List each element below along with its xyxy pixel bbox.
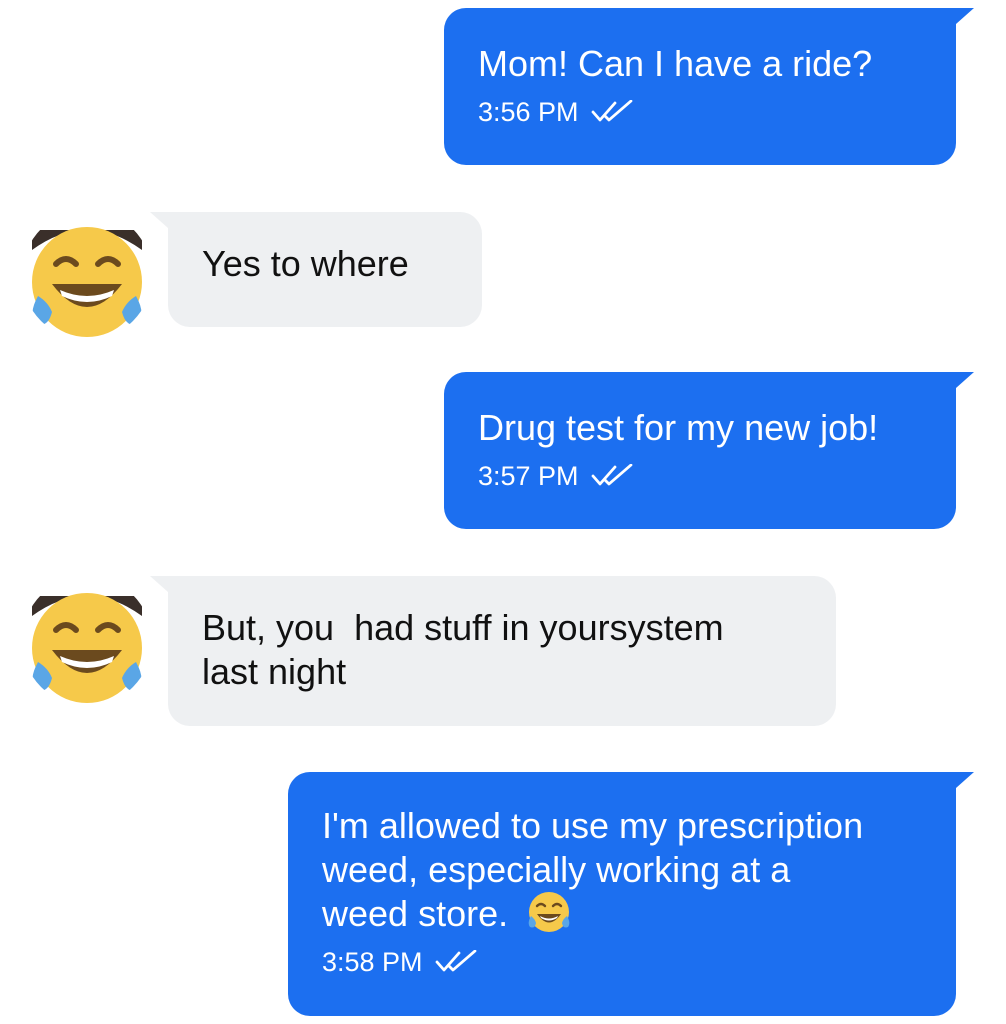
message-text-line: But, you had stuff in yoursystem bbox=[202, 607, 724, 648]
face-with-tears-of-joy-icon bbox=[22, 210, 152, 340]
bubble-tail bbox=[956, 372, 974, 388]
message-timestamp: 3:57 PM bbox=[478, 461, 579, 491]
message-text: Mom! Can I have a ride? bbox=[478, 43, 873, 84]
message-timestamp: 3:56 PM bbox=[478, 97, 579, 127]
message-text-line-with-emoji: weed store. bbox=[322, 892, 922, 936]
bubble-tail bbox=[150, 576, 168, 592]
face-with-tears-of-joy-icon bbox=[528, 892, 570, 933]
message-text-line: weed store. bbox=[322, 893, 509, 934]
bubble-tail bbox=[150, 212, 168, 228]
face-with-tears-of-joy-icon bbox=[22, 576, 152, 706]
message-text: Yes to where bbox=[202, 243, 409, 284]
message-text-line: I'm allowed to use my prescription bbox=[322, 805, 864, 846]
double-check-icon bbox=[591, 100, 632, 122]
outgoing-message[interactable]: Drug test for my new job! 3:57 PM bbox=[444, 372, 974, 529]
message-timestamp: 3:58 PM bbox=[322, 947, 423, 977]
message-text: Drug test for my new job! bbox=[478, 407, 879, 448]
incoming-message[interactable]: But, you had stuff in yoursystem last ni… bbox=[150, 576, 836, 726]
incoming-message[interactable]: Yes to where bbox=[150, 212, 482, 327]
outgoing-message[interactable]: I'm allowed to use my prescription weed,… bbox=[288, 772, 974, 1016]
double-check-icon bbox=[435, 950, 476, 972]
bubble-tail bbox=[956, 8, 974, 24]
outgoing-message[interactable]: Mom! Can I have a ride? 3:56 PM bbox=[444, 8, 974, 165]
double-check-icon bbox=[591, 464, 632, 486]
chat-thread: Mom! Can I have a ride? 3:56 PM Yes to w… bbox=[0, 0, 1006, 1024]
bubble-tail bbox=[956, 772, 974, 788]
message-text-line: last night bbox=[202, 651, 347, 692]
message-text-line: weed, especially working at a bbox=[322, 849, 791, 890]
avatar[interactable] bbox=[22, 210, 152, 340]
avatar[interactable] bbox=[22, 576, 152, 706]
